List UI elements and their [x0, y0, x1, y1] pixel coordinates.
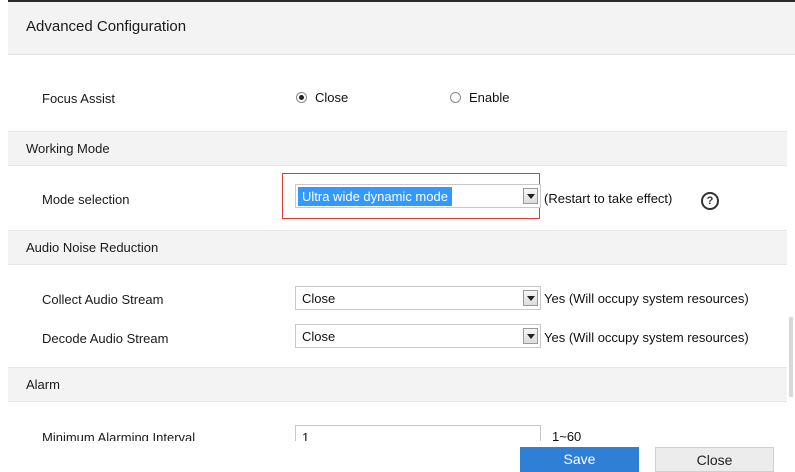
close-button[interactable]: Close — [655, 447, 774, 472]
focus-assist-close-radio[interactable]: Close — [296, 90, 348, 105]
settings-panel: Focus Assist Close Enable Working Mode M… — [8, 55, 787, 472]
scrollbar[interactable] — [787, 55, 795, 472]
chevron-down-icon[interactable] — [523, 290, 538, 306]
help-circle-icon[interactable]: ? — [701, 192, 719, 210]
scrollbar-thumb[interactable] — [789, 317, 793, 397]
section-title: Alarm — [26, 377, 60, 392]
collect-audio-stream-label: Collect Audio Stream — [42, 292, 164, 307]
section-alarm: Alarm — [8, 367, 787, 402]
radio-checked-icon — [296, 92, 307, 103]
save-button[interactable]: Save — [520, 447, 639, 472]
decode-audio-stream-value: Close — [302, 329, 336, 344]
mode-selection-dropdown[interactable]: Ultra wide dynamic mode — [295, 184, 541, 208]
decode-audio-hint: Yes (Will occupy system resources) — [544, 330, 749, 345]
advanced-configuration-dialog: Advanced Configuration Focus Assist Clos… — [0, 0, 795, 472]
mode-selection-value: Ultra wide dynamic mode — [298, 187, 452, 206]
chevron-down-icon[interactable] — [523, 328, 538, 344]
dialog-header: Advanced Configuration — [8, 2, 795, 55]
radio-label-close: Close — [315, 90, 349, 105]
section-title: Working Mode — [26, 141, 110, 156]
section-audio-noise-reduction: Audio Noise Reduction — [8, 230, 787, 265]
radio-unchecked-icon — [450, 92, 461, 103]
dialog-title: Advanced Configuration — [26, 18, 187, 35]
decode-audio-stream-label: Decode Audio Stream — [42, 331, 169, 346]
chevron-down-icon[interactable] — [523, 188, 538, 204]
restart-hint: (Restart to take effect) — [544, 191, 673, 206]
section-title: Audio Noise Reduction — [26, 240, 159, 255]
collect-audio-stream-dropdown[interactable]: Close — [295, 286, 541, 310]
focus-assist-label: Focus Assist — [42, 91, 115, 106]
section-working-mode: Working Mode — [8, 131, 787, 166]
dialog-footer: Save Close — [8, 441, 795, 472]
radio-label-enable: Enable — [469, 90, 510, 105]
mode-selection-label: Mode selection — [42, 192, 130, 207]
collect-audio-stream-value: Close — [302, 291, 336, 306]
focus-assist-enable-radio[interactable]: Enable — [450, 90, 509, 105]
decode-audio-stream-dropdown[interactable]: Close — [295, 324, 541, 348]
collect-audio-hint: Yes (Will occupy system resources) — [544, 291, 749, 306]
